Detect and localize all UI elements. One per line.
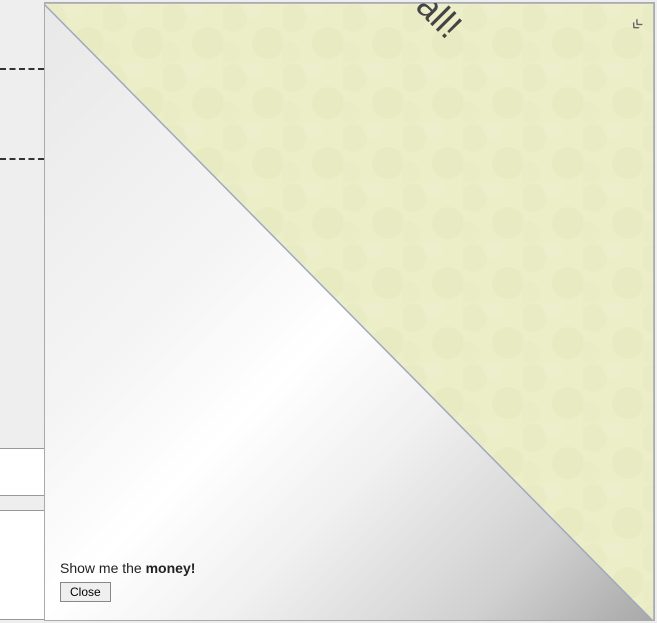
peel-click-area[interactable]: Click to Reveal more! Now you can see it… (44, 2, 654, 569)
modal-content: Show me the money! Close (60, 560, 195, 602)
page-peel: Click to Reveal more! Now you can see it… (44, 3, 654, 621)
left-panel (0, 0, 44, 623)
modal-dialog: Show me the money! Close Click to Reveal… (44, 2, 655, 621)
chevron-collapse-icon[interactable]: « (624, 12, 648, 36)
modal-message: Show me the money! (60, 560, 195, 576)
peel-headline-1: Click to Reveal more! (200, 2, 583, 19)
modal-message-prefix: Show me the (60, 560, 146, 576)
modal-message-bold: money! (146, 560, 196, 576)
peel-headline-2: Now you can see it all! (136, 2, 519, 96)
divider-dashed (0, 158, 44, 160)
divider-dashed (0, 68, 44, 70)
close-button[interactable]: Close (60, 582, 111, 602)
block (0, 448, 44, 496)
block (0, 510, 44, 620)
